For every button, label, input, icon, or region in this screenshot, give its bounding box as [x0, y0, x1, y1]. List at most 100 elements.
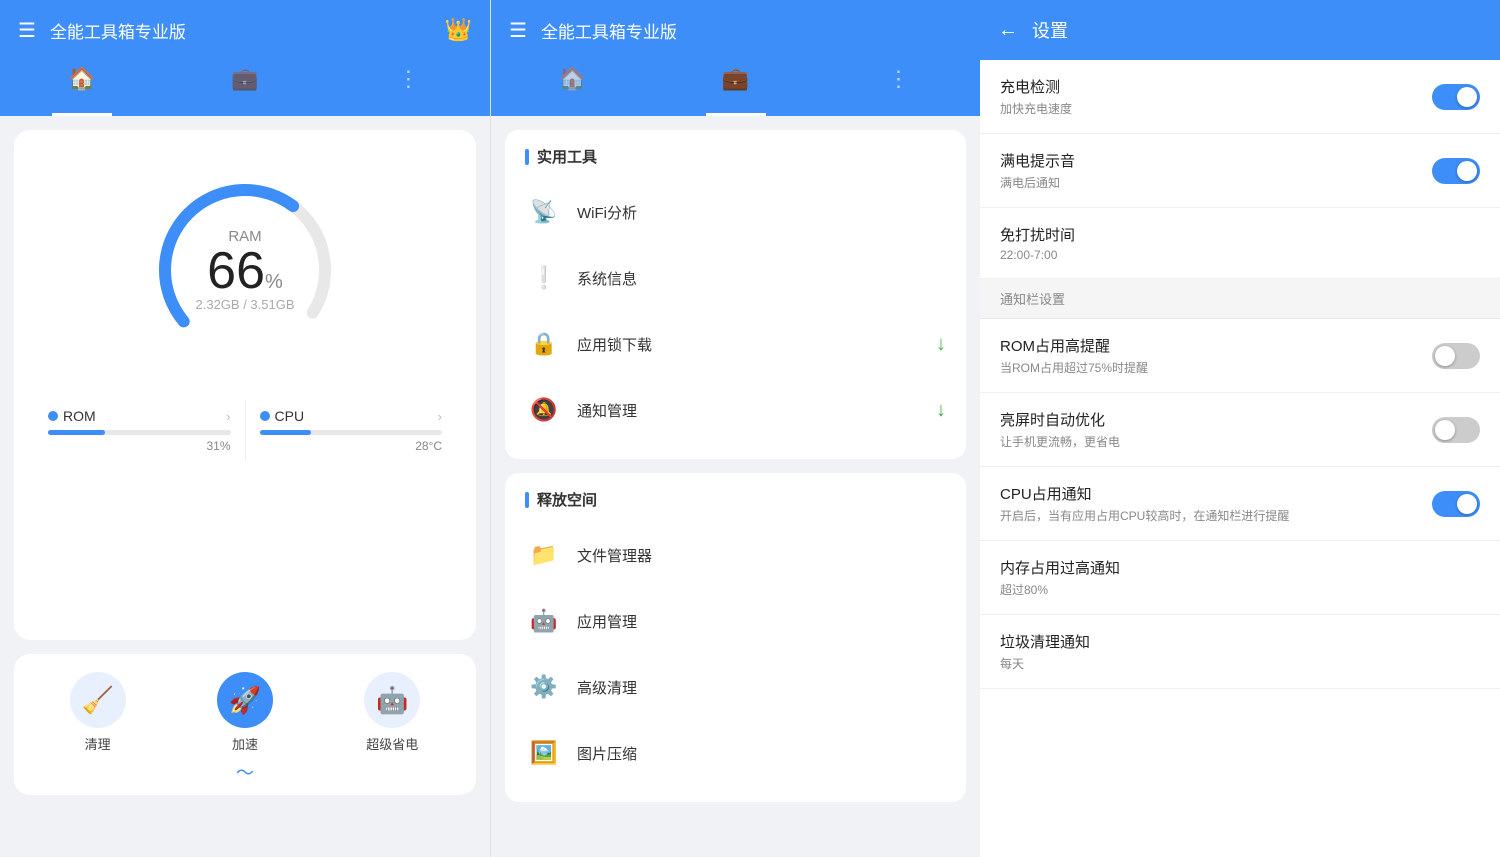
section-useful-tools: 实用工具 📡 WiFi分析 ❕ 系统信息 🔒 应用锁下载 ↓ 🔕 通知管理 ↓ — [505, 130, 966, 459]
panel1-tab-tools[interactable]: 💼 — [215, 66, 275, 116]
charge-detect-label: 充电检测 — [1000, 76, 1432, 97]
p2-home-icon: 🏠 — [559, 66, 586, 92]
cpu-notify-desc: 开启后，当有应用占用CPU较高时，在通知栏进行提醒 — [1000, 507, 1432, 524]
panel1-tab-home[interactable]: 🏠 — [52, 66, 112, 116]
panel1-crown-icon: 👑 — [445, 17, 472, 43]
imgcompress-text: 图片压缩 — [577, 743, 946, 764]
bottom-actions: 🧹 清理 🚀 加速 〜 🤖 超级省电 — [14, 654, 476, 795]
cpu-notify-label: CPU占用通知 — [1000, 483, 1432, 504]
rom-alert-label: ROM占用高提醒 — [1000, 335, 1432, 356]
wifi-text: WiFi分析 — [577, 202, 946, 223]
boost-icon: 🚀 — [229, 685, 261, 716]
dnd-time-text: 免打扰时间 22:00-7:00 — [1000, 224, 1480, 262]
notify-icon: 🔕 — [525, 391, 563, 429]
panel1-menu-icon[interactable]: ☰ — [18, 18, 36, 43]
action-clean[interactable]: 🧹 清理 — [70, 672, 126, 753]
setting-trash-notify: 垃圾清理通知 每天 — [980, 615, 1500, 689]
menu-notify[interactable]: 🔕 通知管理 ↓ — [509, 377, 962, 443]
panel2-tabbar: 🏠 💼 ⋮ — [491, 60, 980, 116]
trash-notify-text: 垃圾清理通知 每天 — [1000, 631, 1480, 672]
menu-applock[interactable]: 🔒 应用锁下载 ↓ — [509, 311, 962, 377]
cpu-value: 28°C — [260, 439, 443, 453]
panel2-menu-icon[interactable]: ☰ — [509, 18, 527, 43]
p2-more-icon: ⋮ — [888, 66, 910, 92]
panel1-tab-more[interactable]: ⋮ — [378, 66, 438, 116]
notify-badge: ↓ — [936, 399, 946, 422]
chevron-down-icon: 〜 — [236, 759, 254, 785]
ram-center-text: RAM 66% 2.32GB / 3.51GB — [195, 228, 294, 312]
wifi-icon: 📡 — [525, 193, 563, 231]
rom-bar-container — [48, 430, 231, 435]
charge-detect-toggle[interactable] — [1432, 84, 1480, 110]
menu-imgcompress[interactable]: 🖼️ 图片压缩 — [509, 720, 962, 786]
panel1-main-card: RAM 66% 2.32GB / 3.51GB ROM › — [14, 130, 476, 640]
setting-full-sound: 满电提示音 满电后通知 — [980, 134, 1500, 208]
menu-sysinfo[interactable]: ❕ 系统信息 — [509, 245, 962, 311]
menu-advclean[interactable]: ⚙️ 高级清理 — [509, 654, 962, 720]
setting-cpu-notify: CPU占用通知 开启后，当有应用占用CPU较高时，在通知栏进行提醒 — [980, 467, 1500, 541]
rom-label: ROM — [63, 408, 96, 424]
cpu-notify-toggle[interactable] — [1432, 491, 1480, 517]
full-sound-text: 满电提示音 满电后通知 — [1000, 150, 1432, 191]
dnd-time-label: 免打扰时间 — [1000, 224, 1480, 245]
appmanager-text: 应用管理 — [577, 611, 946, 632]
rom-bar-fill — [48, 430, 105, 435]
cpu-arrow-icon: › — [438, 409, 442, 424]
p2-tools-icon: 💼 — [722, 66, 749, 92]
title-bar2-icon — [525, 492, 529, 508]
advclean-icon: ⚙️ — [525, 668, 563, 706]
section-freespace-title: 释放空间 — [509, 489, 962, 510]
applock-icon: 🔒 — [525, 325, 563, 363]
ram-detail: 2.32GB / 3.51GB — [195, 297, 294, 312]
applock-badge: ↓ — [936, 333, 946, 356]
sysinfo-icon: ❕ — [525, 259, 563, 297]
full-sound-desc: 满电后通知 — [1000, 174, 1432, 191]
action-powersave[interactable]: 🤖 超级省电 — [364, 672, 420, 753]
menu-wifi[interactable]: 📡 WiFi分析 — [509, 179, 962, 245]
clean-icon: 🧹 — [81, 685, 113, 716]
dnd-time-desc: 22:00-7:00 — [1000, 248, 1480, 262]
rom-arrow-icon: › — [226, 409, 230, 424]
rom-alert-text: ROM占用高提醒 当ROM占用超过75%时提醒 — [1000, 335, 1432, 376]
menu-appmanager[interactable]: 🤖 应用管理 — [509, 588, 962, 654]
panel2-content: 实用工具 📡 WiFi分析 ❕ 系统信息 🔒 应用锁下载 ↓ 🔕 通知管理 ↓ — [491, 116, 980, 857]
advclean-text: 高级清理 — [577, 677, 946, 698]
boost-icon-circle: 🚀 — [217, 672, 273, 728]
appmanager-icon: 🤖 — [525, 602, 563, 640]
powersave-icon: 🤖 — [376, 685, 408, 716]
stat-rom[interactable]: ROM › 31% — [34, 400, 245, 461]
cpu-dot-icon — [260, 411, 270, 421]
applock-text: 应用锁下载 — [577, 334, 922, 355]
rom-alert-toggle[interactable] — [1432, 343, 1480, 369]
filemanager-icon: 📁 — [525, 536, 563, 574]
ram-percent: 66% — [195, 245, 294, 297]
mem-alert-desc: 超过80% — [1000, 581, 1480, 598]
home-icon: 🏠 — [68, 66, 95, 92]
panel2-tab-tools[interactable]: 💼 — [706, 66, 766, 116]
imgcompress-icon: 🖼️ — [525, 734, 563, 772]
action-boost[interactable]: 🚀 加速 〜 — [217, 672, 273, 785]
trash-notify-label: 垃圾清理通知 — [1000, 631, 1480, 652]
tools-icon: 💼 — [231, 66, 258, 92]
stat-cpu[interactable]: CPU › 28°C — [245, 400, 457, 461]
full-sound-label: 满电提示音 — [1000, 150, 1432, 171]
section-free-space: 释放空间 📁 文件管理器 🤖 应用管理 ⚙️ 高级清理 🖼️ 图片压缩 — [505, 473, 966, 802]
panel2-tab-more[interactable]: ⋮ — [869, 66, 929, 116]
menu-filemanager[interactable]: 📁 文件管理器 — [509, 522, 962, 588]
back-icon[interactable]: ← — [998, 19, 1018, 42]
full-sound-toggle[interactable] — [1432, 158, 1480, 184]
clean-label: 清理 — [85, 734, 111, 753]
cpu-bar-fill — [260, 430, 311, 435]
screen-optimize-desc: 让手机更流畅，更省电 — [1000, 433, 1432, 450]
notification-divider: 通知栏设置 — [980, 279, 1500, 319]
section-useful-title: 实用工具 — [509, 146, 962, 167]
panel1-tabbar: 🏠 💼 ⋮ — [0, 60, 490, 116]
screen-optimize-toggle[interactable] — [1432, 417, 1480, 443]
ram-circle-container: RAM 66% 2.32GB / 3.51GB — [34, 150, 456, 380]
setting-screen-optimize: 亮屏时自动优化 让手机更流畅，更省电 — [980, 393, 1500, 467]
mem-alert-text: 内存占用过高通知 超过80% — [1000, 557, 1480, 598]
setting-mem-alert: 内存占用过高通知 超过80% — [980, 541, 1500, 615]
panel3: ← 设置 充电检测 加快充电速度 满电提示音 满电后通知 — [980, 0, 1500, 857]
panel2-tab-home[interactable]: 🏠 — [543, 66, 603, 116]
notify-text: 通知管理 — [577, 400, 922, 421]
